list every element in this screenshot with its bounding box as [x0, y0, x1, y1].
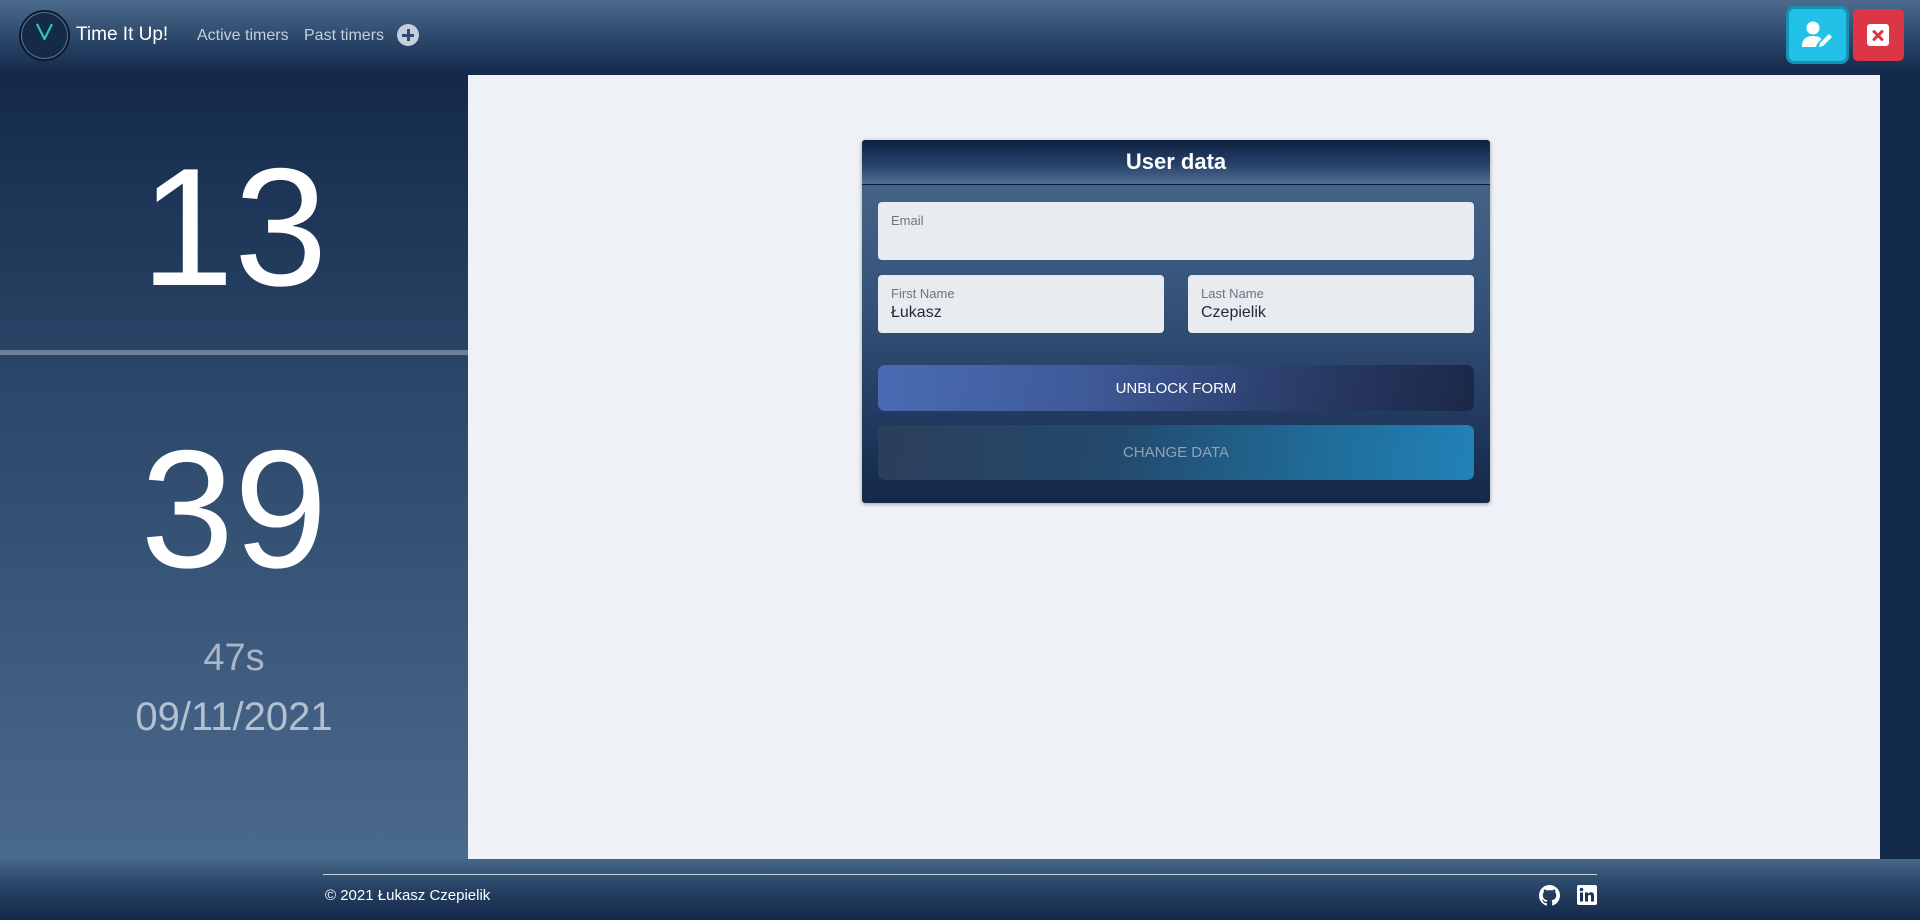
close-button[interactable] [1853, 9, 1904, 61]
first-name-input[interactable] [891, 304, 1151, 322]
email-field[interactable]: Email [878, 202, 1474, 260]
navbar: Time It Up! Active timers Past timers [0, 0, 1920, 75]
logo-icon[interactable] [19, 10, 70, 61]
email-input[interactable] [891, 231, 1461, 249]
last-name-label: Last Name [1201, 286, 1264, 301]
user-edit-icon [1802, 21, 1832, 47]
plus-circle-icon[interactable] [397, 24, 419, 46]
footer-divider [323, 874, 1597, 875]
linkedin-icon[interactable] [1577, 885, 1597, 905]
user-data-card: User data Email First Name Last Name UNB… [862, 140, 1490, 503]
first-name-label: First Name [891, 286, 955, 301]
github-icon[interactable] [1539, 885, 1560, 906]
first-name-field[interactable]: First Name [878, 275, 1164, 333]
timer-seconds: 47s [203, 637, 265, 679]
right-strip [1880, 75, 1920, 859]
nav-link-active-timers[interactable]: Active timers [197, 27, 289, 45]
last-name-input[interactable] [1201, 304, 1461, 322]
timer-minutes: 39 [140, 415, 328, 603]
main-content: User data Email First Name Last Name UNB… [468, 75, 1880, 859]
last-name-field[interactable]: Last Name [1188, 275, 1474, 333]
close-box-icon [1867, 24, 1889, 46]
unblock-form-button[interactable]: UNBLOCK FORM [878, 365, 1474, 411]
nav-link-past-timers[interactable]: Past timers [304, 27, 384, 45]
copyright-text: © 2021 Łukasz Czepielik [325, 887, 491, 904]
change-data-button[interactable]: CHANGE DATA [878, 425, 1474, 480]
footer: © 2021 Łukasz Czepielik [0, 859, 1920, 920]
email-label: Email [891, 213, 924, 228]
timer-panel: 13 39 47s 09/11/2021 [0, 75, 468, 859]
card-title: User data [862, 140, 1490, 185]
timer-date: 09/11/2021 [135, 695, 333, 739]
edit-user-button[interactable] [1789, 9, 1846, 61]
timer-hours: 13 [140, 133, 328, 321]
brand-title[interactable]: Time It Up! [76, 24, 168, 46]
timer-divider [0, 350, 468, 355]
